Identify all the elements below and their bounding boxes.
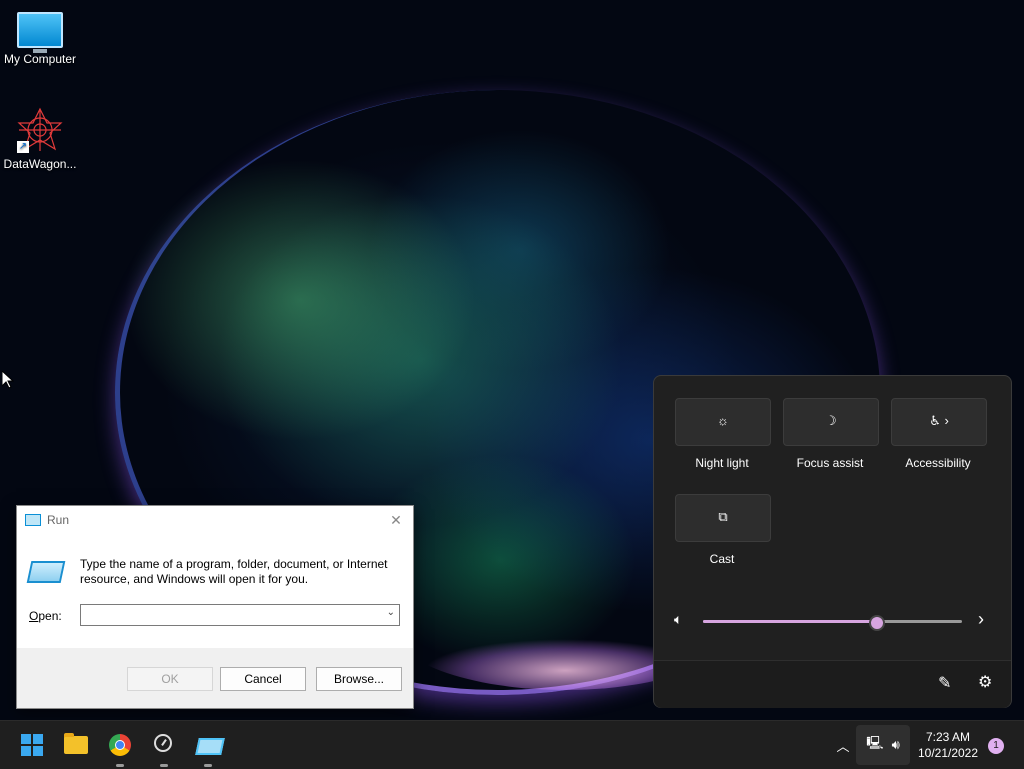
gauge-icon xyxy=(154,734,172,752)
run-app-button[interactable] xyxy=(192,729,225,767)
tile-accessibility[interactable]: ♿ › xyxy=(891,398,987,446)
accessibility-icon: ♿ › xyxy=(929,413,949,428)
close-icon[interactable]: ✕ xyxy=(387,511,405,529)
run-dialog-titlebar[interactable]: Run xyxy=(17,506,413,534)
show-hidden-icons-button[interactable]: ︿ xyxy=(832,721,854,769)
volume-icon: 🔊︎ xyxy=(891,737,900,752)
desktop-icon-datawagon[interactable]: ↗ DataWagon... xyxy=(0,107,80,171)
speed-monitor-button[interactable] xyxy=(148,729,180,767)
running-indicator xyxy=(160,764,168,767)
cancel-button[interactable]: Cancel xyxy=(220,667,306,691)
run-dialog: Run ✕ Type the name of a program, folder… xyxy=(16,505,414,709)
desktop-icon-my-computer[interactable]: My Computer xyxy=(0,12,80,66)
volume-row: 🔈︎ › xyxy=(674,609,994,631)
running-indicator xyxy=(204,764,212,767)
tile-label-cast: Cast xyxy=(709,552,735,566)
quick-settings-panel: ☼ Night light ☽ Focus assist ♿ › Accessi… xyxy=(653,375,1012,708)
run-description: Type the name of a program, folder, docu… xyxy=(80,557,388,586)
chevron-up-icon: ︿ xyxy=(836,738,850,754)
chrome-icon xyxy=(109,734,131,756)
run-icon xyxy=(195,738,225,755)
tile-cast[interactable]: ⧉ xyxy=(675,494,771,542)
open-input[interactable] xyxy=(81,605,379,623)
clock-date: 10/21/2022 xyxy=(917,746,979,760)
clock[interactable]: 7:23 AM 10/21/2022 xyxy=(912,729,984,761)
open-label: Open: xyxy=(29,609,62,623)
computer-icon xyxy=(17,12,63,53)
clock-time: 7:23 AM xyxy=(925,730,971,744)
notification-badge[interactable]: 1 xyxy=(988,738,1004,754)
datawagon-icon: ↗ xyxy=(17,107,63,153)
gear-icon[interactable]: ⚙ xyxy=(978,672,992,692)
quick-settings-footer: ✎ ⚙ xyxy=(654,660,1011,708)
tile-label-accessibility: Accessibility xyxy=(905,456,971,470)
run-program-icon xyxy=(26,561,66,583)
volume-slider-thumb[interactable] xyxy=(869,615,885,631)
tile-night-light[interactable]: ☼ xyxy=(675,398,771,446)
ok-button[interactable]: OK xyxy=(127,667,213,691)
moon-icon: ☽ xyxy=(825,413,837,428)
start-button[interactable] xyxy=(16,729,48,761)
browse-button[interactable]: Browse... xyxy=(316,667,402,691)
tile-focus-assist[interactable]: ☽ xyxy=(783,398,879,446)
run-icon xyxy=(25,514,41,526)
desktop-icon-label: DataWagon... xyxy=(3,157,77,171)
cast-icon: ⧉ xyxy=(718,509,728,524)
tile-label-focus-assist: Focus assist xyxy=(796,456,864,470)
network-volume-tray[interactable]: 🖳︎ 🔊︎ xyxy=(856,725,910,765)
chevron-right-icon[interactable]: › xyxy=(978,609,984,630)
tile-label-night-light: Night light xyxy=(695,456,749,470)
volume-fill xyxy=(703,620,877,623)
brightness-icon: ☼ xyxy=(717,413,729,428)
run-dialog-footer: OK Cancel Browse... xyxy=(17,648,413,708)
run-dialog-title: Run xyxy=(47,513,70,527)
file-explorer-button[interactable] xyxy=(60,729,92,761)
edit-pencil-icon[interactable]: ✎ xyxy=(938,673,951,693)
mouse-cursor-icon xyxy=(2,371,14,389)
running-indicator xyxy=(116,764,124,767)
desktop-icon-label: My Computer xyxy=(3,52,77,66)
taskbar: ︿ 🖳︎ 🔊︎ 7:23 AM 10/21/2022 1 xyxy=(0,720,1024,769)
chevron-down-icon[interactable]: ⌄ xyxy=(387,607,395,618)
folder-icon xyxy=(64,733,88,754)
speaker-icon[interactable]: 🔈︎ xyxy=(674,611,682,628)
open-combobox[interactable]: ⌄ xyxy=(80,604,400,626)
windows-logo-icon xyxy=(21,734,48,756)
chrome-button[interactable] xyxy=(104,729,136,767)
network-icon: 🖳︎ xyxy=(866,735,884,750)
shortcut-arrow-icon: ↗ xyxy=(17,141,29,153)
